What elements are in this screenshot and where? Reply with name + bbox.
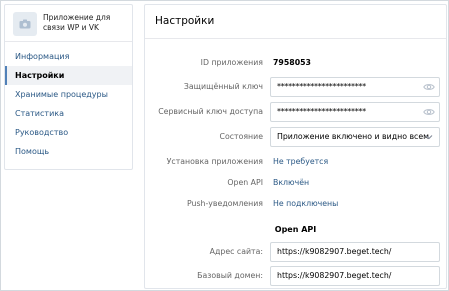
- site-address-input[interactable]: https://k9082907.beget.tech/: [270, 242, 440, 262]
- state-select[interactable]: Приложение включено и видно всем: [270, 127, 440, 147]
- openapi-row: Open API Включён: [145, 173, 446, 193]
- push-row: Push-уведомления Не подключены: [145, 194, 446, 214]
- sidebar: Приложение для связи WP и VK Информация …: [4, 4, 133, 170]
- service-key-value: ************************: [277, 107, 366, 116]
- service-key-row: Сервисный ключ доступа *****************…: [145, 102, 446, 122]
- install-row: Установка приложения Не требуется: [145, 152, 446, 172]
- site-label: Адрес сайта:: [209, 247, 263, 256]
- openapi-label: Open API: [227, 178, 263, 187]
- service-key-label: Сервисный ключ доступа: [158, 107, 263, 116]
- app-id-value: 7958053: [273, 58, 311, 67]
- domain-label: Базовый домен:: [197, 271, 263, 280]
- eye-icon[interactable]: [423, 82, 435, 92]
- base-domain-value: https://k9082907.beget.tech/: [277, 271, 392, 280]
- sidebar-nav: Информация Настройки Хранимые процедуры …: [5, 47, 132, 161]
- page-title: Настройки: [145, 5, 446, 39]
- install-label: Установка приложения: [166, 157, 263, 166]
- secure-key-row: Защищённый ключ ************************: [145, 77, 446, 97]
- sidebar-item-help[interactable]: Помощь: [5, 142, 132, 161]
- push-label: Push-уведомления: [186, 199, 263, 208]
- settings-panel: Настройки ID приложения 7958053 Защищённ…: [144, 4, 447, 289]
- install-link[interactable]: Не требуется: [273, 152, 328, 172]
- app-thumbnail: [13, 12, 37, 36]
- secure-key-value: ************************: [277, 82, 366, 91]
- sidebar-item-statistics[interactable]: Статистика: [5, 104, 132, 123]
- state-label: Состояние: [219, 132, 263, 141]
- app-id-label: ID приложения: [200, 58, 263, 67]
- site-row: Адрес сайта: https://k9082907.beget.tech…: [145, 242, 446, 262]
- app-id-row: ID приложения 7958053: [145, 53, 446, 73]
- sidebar-item-guide[interactable]: Руководство: [5, 123, 132, 142]
- sidebar-item-settings[interactable]: Настройки: [5, 66, 132, 85]
- base-domain-input[interactable]: https://k9082907.beget.tech/: [270, 266, 440, 286]
- domain-row: Базовый домен: https://k9082907.beget.te…: [145, 266, 446, 286]
- openapi-section-title: Open API: [274, 225, 317, 234]
- eye-icon[interactable]: [423, 107, 435, 117]
- chevron-down-icon: [425, 135, 433, 140]
- secure-key-label: Защищённый ключ: [183, 82, 263, 91]
- openapi-link[interactable]: Включён: [273, 173, 309, 193]
- state-row: Состояние Приложение включено и видно вс…: [145, 127, 446, 147]
- secure-key-field[interactable]: ************************: [270, 77, 440, 97]
- camera-icon: [19, 19, 31, 29]
- app-settings-window: Приложение для связи WP и VK Информация …: [0, 0, 449, 291]
- sidebar-item-stored-procedures[interactable]: Хранимые процедуры: [5, 85, 132, 104]
- push-link[interactable]: Не подключены: [273, 194, 338, 214]
- service-key-field[interactable]: ************************: [270, 102, 440, 122]
- sidebar-item-info[interactable]: Информация: [5, 47, 132, 66]
- state-value: Приложение включено и видно всем: [277, 132, 430, 141]
- app-header: Приложение для связи WP и VK: [5, 5, 132, 42]
- site-address-value: https://k9082907.beget.tech/: [277, 247, 392, 256]
- app-name: Приложение для связи WP и VK: [43, 13, 111, 32]
